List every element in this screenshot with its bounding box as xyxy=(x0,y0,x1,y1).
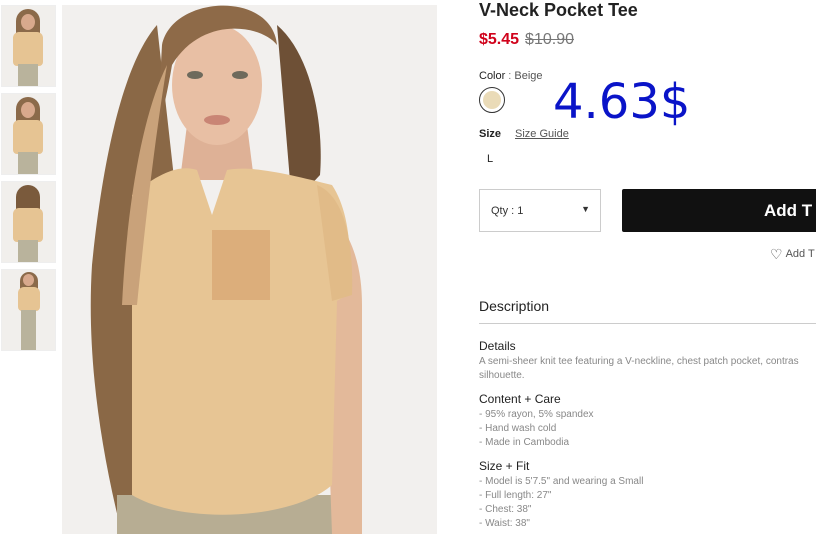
color-separator: : xyxy=(508,70,512,82)
size-row: Size Size Guide xyxy=(479,128,569,140)
size-fit-line: - Waist: 38" xyxy=(479,518,530,529)
product-title: V-Neck Pocket Tee xyxy=(479,0,638,20)
add-to-bag-button[interactable]: Add T xyxy=(622,189,816,232)
thumbnail-full-length[interactable] xyxy=(1,269,56,351)
color-row: Color: Beige xyxy=(479,70,543,82)
details-line: A semi-sheer knit tee featuring a V-neck… xyxy=(479,356,799,367)
swatch-fill xyxy=(483,91,501,109)
details-line: silhouette. xyxy=(479,370,525,381)
color-value: Beige xyxy=(514,70,543,82)
color-swatch-beige[interactable] xyxy=(479,87,505,113)
main-product-image xyxy=(62,5,437,534)
size-option-l[interactable]: L xyxy=(487,153,493,165)
overlay-price-annotation: 4.63$ xyxy=(553,74,691,130)
heart-icon: ♡ xyxy=(770,246,783,262)
content-care-title: Content + Care xyxy=(479,392,561,406)
details-title: Details xyxy=(479,339,516,353)
size-fit-title: Size + Fit xyxy=(479,459,530,473)
quantity-select[interactable]: Qty : 1 ▼ xyxy=(479,189,601,232)
thumbnail-front[interactable] xyxy=(1,5,56,87)
description-heading[interactable]: Description xyxy=(479,298,549,314)
thumbnail-side[interactable] xyxy=(1,93,56,175)
size-fit-line: - Full length: 27" xyxy=(479,490,552,501)
description-divider xyxy=(479,323,816,324)
add-to-favorites-link[interactable]: ♡ Add T xyxy=(770,246,815,263)
color-label: Color xyxy=(479,70,506,82)
add-to-favorites-label: Add T xyxy=(785,248,815,260)
original-price: $10.90 xyxy=(525,31,574,48)
sale-price: $5.45 xyxy=(479,31,520,48)
size-label: Size xyxy=(479,128,502,140)
size-fit-line: - Chest: 38" xyxy=(479,504,532,515)
content-care-line: - 95% rayon, 5% spandex xyxy=(479,409,594,420)
size-fit-line: - Model is 5'7.5" and wearing a Small xyxy=(479,476,644,487)
size-guide-link[interactable]: Size Guide xyxy=(515,128,569,140)
content-care-line: - Made in Cambodia xyxy=(479,437,570,448)
price-row: $5.45 $10.90 xyxy=(479,31,574,49)
content-care-line: - Hand wash cold xyxy=(479,423,557,434)
caret-down-icon: ▼ xyxy=(581,204,590,214)
thumbnail-back[interactable] xyxy=(1,181,56,263)
quantity-label: Qty : 1 xyxy=(491,205,524,217)
